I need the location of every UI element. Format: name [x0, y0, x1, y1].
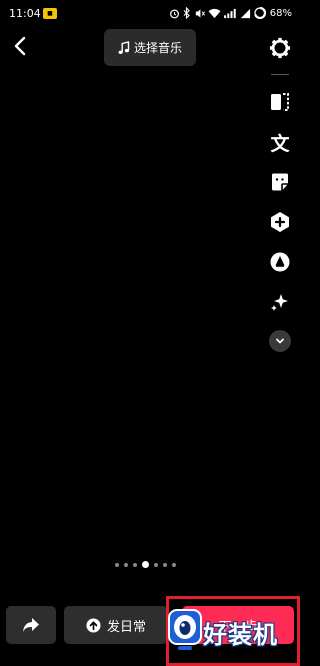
filter-tool-button[interactable]	[268, 250, 292, 274]
alarm-icon	[169, 9, 179, 18]
back-button[interactable]	[10, 34, 32, 58]
page-indicator	[115, 561, 176, 568]
signal-icon	[223, 8, 236, 18]
select-music-label: 选择音乐	[133, 41, 182, 55]
mute-icon	[195, 8, 205, 18]
tools-divider	[271, 74, 289, 75]
page-dot[interactable]	[115, 562, 119, 567]
share-button[interactable]	[6, 606, 56, 644]
battery-percent: 68%	[269, 7, 292, 19]
settings-button[interactable]	[268, 36, 292, 60]
page-dot-active[interactable]	[142, 561, 149, 568]
share-arrow-icon	[23, 618, 39, 632]
crop-tool-button[interactable]	[268, 90, 292, 114]
signal-icon-2	[240, 8, 250, 18]
expand-tools-button[interactable]	[269, 330, 291, 352]
sticker-icon	[272, 173, 288, 191]
battery-icon	[253, 7, 266, 19]
post-daily-label: 发日常	[106, 619, 146, 635]
text-tool-button[interactable]: 文	[268, 130, 292, 155]
page-dot[interactable]	[154, 562, 158, 567]
wifi-icon	[208, 8, 221, 18]
music-note-icon	[118, 40, 130, 54]
status-bar: 11:04 ■ 68%	[0, 0, 300, 28]
page-dot[interactable]	[172, 562, 176, 567]
notification-badge-icon: ■	[43, 8, 57, 19]
post-daily-button[interactable]: 发日常	[64, 606, 168, 644]
upload-icon	[86, 617, 101, 633]
sparkle-icon	[271, 294, 288, 311]
filter-icon	[270, 252, 290, 272]
enhance-tool-button[interactable]	[268, 290, 292, 314]
select-music-button[interactable]: 选择音乐	[104, 29, 196, 66]
page-dot[interactable]	[133, 562, 137, 567]
status-time: 11:04	[9, 7, 41, 20]
page-dot[interactable]	[124, 562, 128, 567]
sticker-tool-button[interactable]	[268, 170, 292, 194]
watermark-text: 好装机	[203, 621, 278, 649]
status-icons: 68%	[169, 6, 292, 20]
chevron-down-icon	[276, 338, 284, 344]
page-dot[interactable]	[163, 562, 167, 567]
crop-icon	[271, 93, 289, 111]
add-effect-icon	[271, 212, 289, 232]
text-icon: 文	[270, 132, 290, 155]
watermark-logo-icon	[168, 609, 202, 650]
gear-icon	[269, 37, 291, 59]
effects-tool-button[interactable]	[268, 210, 292, 234]
bluetooth-icon	[183, 7, 190, 19]
chevron-left-icon	[14, 36, 26, 56]
